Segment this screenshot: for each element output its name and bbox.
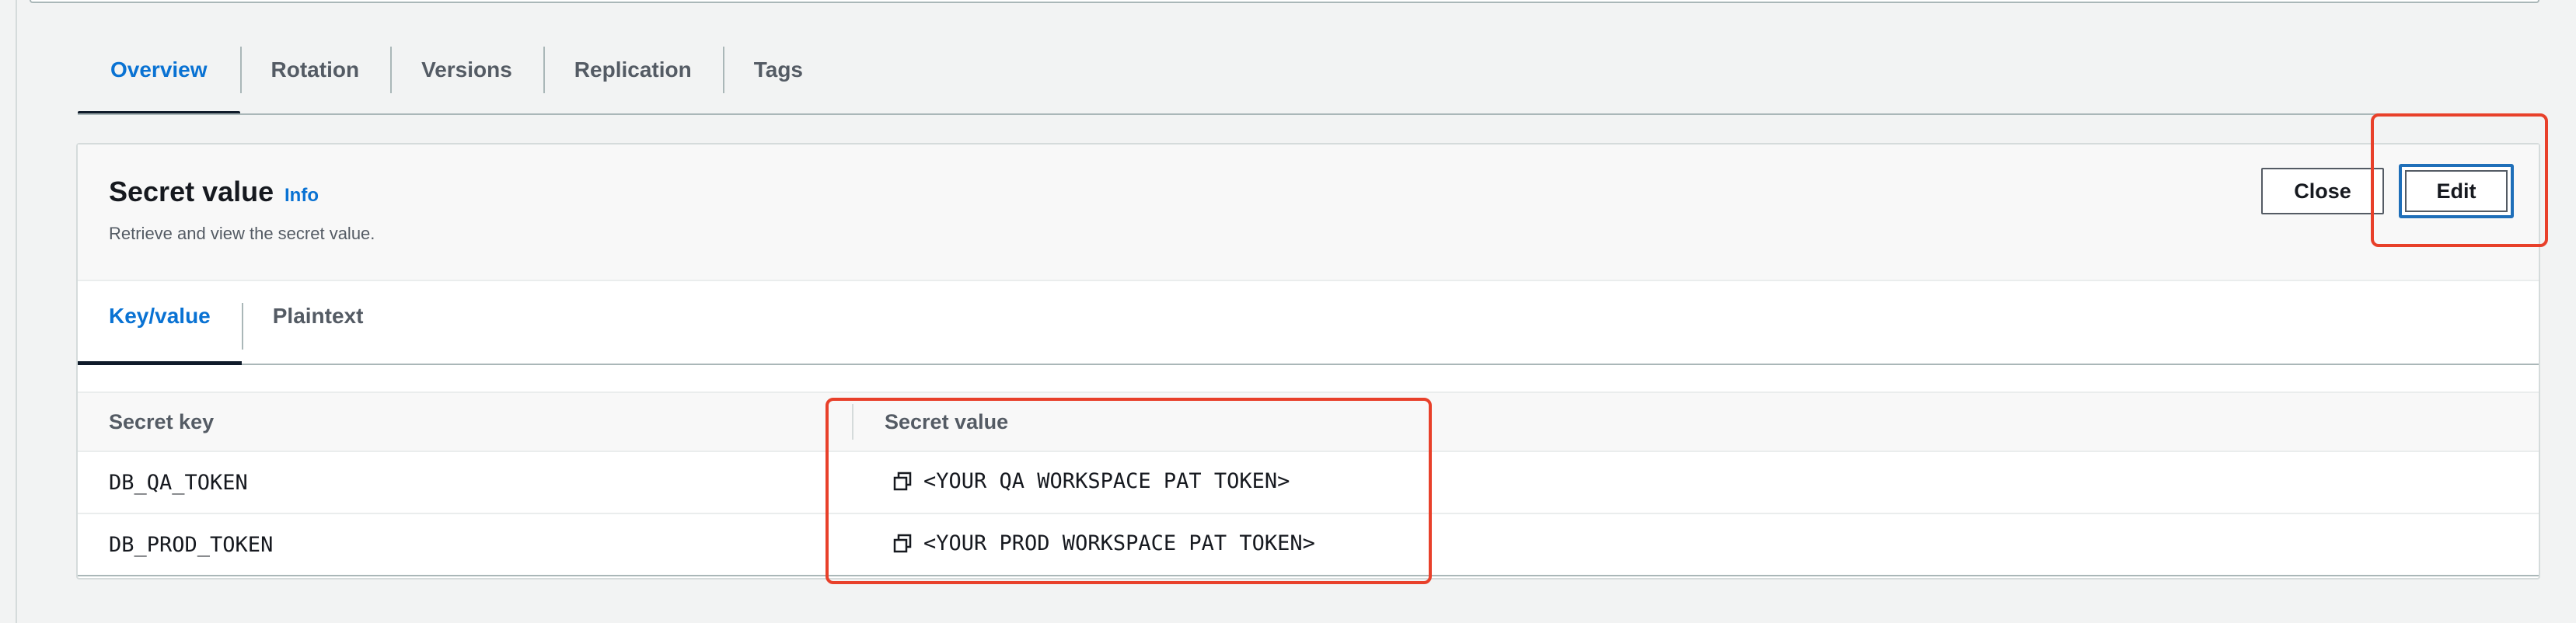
close-button[interactable]: Close bbox=[2261, 168, 2384, 214]
secret-view-tabs: Key/value Plaintext bbox=[78, 281, 2539, 365]
secret-value-description: Retrieve and view the secret value. bbox=[109, 224, 375, 243]
page-left-border bbox=[16, 0, 17, 623]
secret-key-value-table: Secret key Secret value DB_QA_TOKEN <YOU… bbox=[78, 392, 2539, 579]
tab-versions-label: Versions bbox=[421, 57, 512, 82]
tab-key-value[interactable]: Key/value bbox=[78, 281, 242, 365]
secret-value-cell: <YOUR QA WORKSPACE PAT TOKEN> bbox=[891, 469, 1290, 493]
table-row: DB_QA_TOKEN <YOUR QA WORKSPACE PAT TOKEN… bbox=[78, 452, 2539, 514]
previous-panel-edge bbox=[30, 0, 2539, 3]
column-header-secret-key: Secret key bbox=[109, 410, 215, 433]
secret-key-cell: DB_QA_TOKEN bbox=[109, 471, 248, 495]
tab-rotation[interactable]: Rotation bbox=[239, 40, 391, 115]
tab-tags-label: Tags bbox=[753, 57, 803, 82]
info-link[interactable]: Info bbox=[284, 185, 319, 207]
tab-plaintext-label: Plaintext bbox=[272, 304, 364, 328]
tab-overview[interactable]: Overview bbox=[78, 40, 240, 115]
secret-value-text: <YOUR QA WORKSPACE PAT TOKEN> bbox=[923, 469, 1290, 493]
column-header-secret-value: Secret value bbox=[885, 410, 1009, 433]
secret-value-cell: <YOUR PROD WORKSPACE PAT TOKEN> bbox=[891, 531, 1315, 555]
secret-key-cell: DB_PROD_TOKEN bbox=[109, 533, 274, 557]
secret-value-panel: Secret value Info Retrieve and view the … bbox=[76, 143, 2540, 579]
edit-button-label: Edit bbox=[2405, 170, 2508, 212]
tab-plaintext[interactable]: Plaintext bbox=[241, 281, 395, 364]
tab-replication-label: Replication bbox=[574, 57, 692, 82]
close-button-label: Close bbox=[2294, 179, 2351, 203]
edit-button[interactable]: Edit bbox=[2399, 164, 2514, 218]
tabs-divider bbox=[78, 113, 2537, 115]
column-divider[interactable] bbox=[852, 404, 853, 440]
copy-icon[interactable] bbox=[891, 532, 914, 555]
copy-icon[interactable] bbox=[891, 470, 914, 493]
tab-overview-label: Overview bbox=[110, 57, 208, 82]
tab-replication[interactable]: Replication bbox=[543, 40, 723, 115]
secret-value-title: Secret value bbox=[109, 176, 274, 207]
tab-tags[interactable]: Tags bbox=[722, 40, 834, 115]
secret-value-header: Secret value Info Retrieve and view the … bbox=[78, 144, 2539, 281]
table-header: Secret key Secret value bbox=[78, 392, 2539, 452]
secret-value-text: <YOUR PROD WORKSPACE PAT TOKEN> bbox=[923, 531, 1315, 555]
secret-detail-tabs: Overview Rotation Versions Replication T… bbox=[78, 40, 834, 115]
tab-rotation-label: Rotation bbox=[271, 57, 360, 82]
table-row: DB_PROD_TOKEN <YOUR PROD WORKSPACE PAT T… bbox=[78, 514, 2539, 576]
tab-versions[interactable]: Versions bbox=[390, 40, 543, 115]
tab-key-value-label: Key/value bbox=[109, 304, 211, 328]
